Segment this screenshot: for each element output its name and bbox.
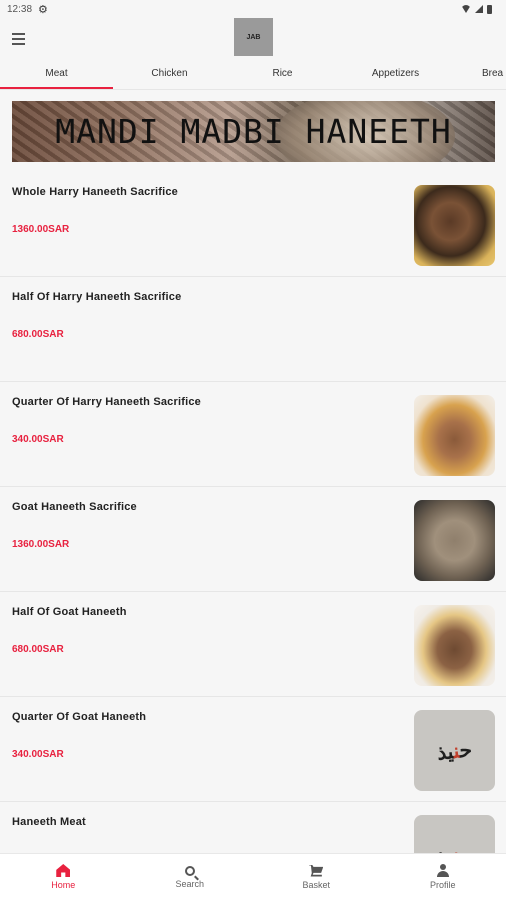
item-price: 1360.00SAR <box>12 539 70 550</box>
profile-icon <box>436 864 449 877</box>
item-price: 680.00SAR <box>12 329 64 340</box>
logo-text: JAB <box>246 33 261 41</box>
item-name: Whole Harry Haneeth Sacrifice <box>12 186 178 198</box>
nav-home[interactable]: Home <box>0 854 127 900</box>
restaurant-logo: JAB <box>234 18 273 56</box>
nav-label: Profile <box>429 880 456 890</box>
item-price: 680.00SAR <box>12 644 64 655</box>
home-icon <box>56 864 71 877</box>
nav-search[interactable]: Search <box>127 854 254 900</box>
restaurant-logo-image: حنيذ <box>414 710 495 791</box>
menu-item[interactable]: Quarter Of Harry Haneeth Sacrifice 340.0… <box>0 382 506 487</box>
menu-item[interactable]: Half Of Goat Haneeth 680.00SAR <box>0 592 506 697</box>
battery-icon <box>487 4 492 14</box>
tab-meat[interactable]: Meat <box>0 60 113 89</box>
item-name: Quarter Of Harry Haneeth Sacrifice <box>12 396 201 408</box>
meat-dish-image <box>414 395 495 476</box>
item-price: 340.00SAR <box>12 434 64 445</box>
item-name: Quarter Of Goat Haneeth <box>12 711 147 723</box>
tab-bread[interactable]: Brea <box>452 60 506 89</box>
nav-label: Home <box>51 880 76 890</box>
banner-title: MANDI MADBI HANEETH <box>55 112 452 151</box>
nav-profile[interactable]: Profile <box>380 854 506 900</box>
menu-item[interactable]: Goat Haneeth Sacrifice 1360.00SAR <box>0 487 506 592</box>
item-name: Half Of Harry Haneeth Sacrifice <box>12 291 182 303</box>
tab-appetizers[interactable]: Appetizers <box>339 60 452 89</box>
nav-label: Basket <box>302 879 330 890</box>
item-name: Goat Haneeth Sacrifice <box>12 501 137 513</box>
nav-basket[interactable]: Basket <box>253 854 380 900</box>
basket-icon <box>309 864 324 877</box>
promo-banner: MANDI MADBI HANEETH <box>12 101 495 162</box>
menu-item[interactable]: Quarter Of Goat Haneeth 340.00SAR حنيذ <box>0 697 506 802</box>
search-icon <box>184 865 195 876</box>
menu-item[interactable]: Whole Harry Haneeth Sacrifice 1360.00SAR <box>0 172 506 277</box>
gear-icon: ⚙ <box>38 3 48 16</box>
item-price: 340.00SAR <box>12 749 64 760</box>
nav-label: Search <box>175 878 205 889</box>
menu-list: Whole Harry Haneeth Sacrifice 1360.00SAR… <box>0 172 506 900</box>
item-price: 1360.00SAR <box>12 224 70 235</box>
status-bar: 12:38 ⚙ <box>0 0 506 18</box>
app-bar: JAB <box>0 18 506 60</box>
tab-chicken[interactable]: Chicken <box>113 60 226 89</box>
meat-dish-image <box>414 500 495 581</box>
category-tabs: Meat Chicken Rice Appetizers Brea <box>0 60 506 90</box>
status-time: 12:38 <box>7 3 33 15</box>
menu-item[interactable]: Half Of Harry Haneeth Sacrifice 680.00SA… <box>0 277 506 382</box>
item-name: Haneeth Meat <box>12 816 86 828</box>
item-name: Half Of Goat Haneeth <box>12 606 127 618</box>
bottom-navigation: Home Search Basket Profile <box>0 853 506 900</box>
meat-dish-image <box>414 605 495 686</box>
signal-icon <box>475 5 483 13</box>
hamburger-menu-icon[interactable] <box>12 30 32 48</box>
meat-dish-image <box>414 185 495 266</box>
tab-rice[interactable]: Rice <box>226 60 339 89</box>
wifi-icon <box>461 5 471 13</box>
